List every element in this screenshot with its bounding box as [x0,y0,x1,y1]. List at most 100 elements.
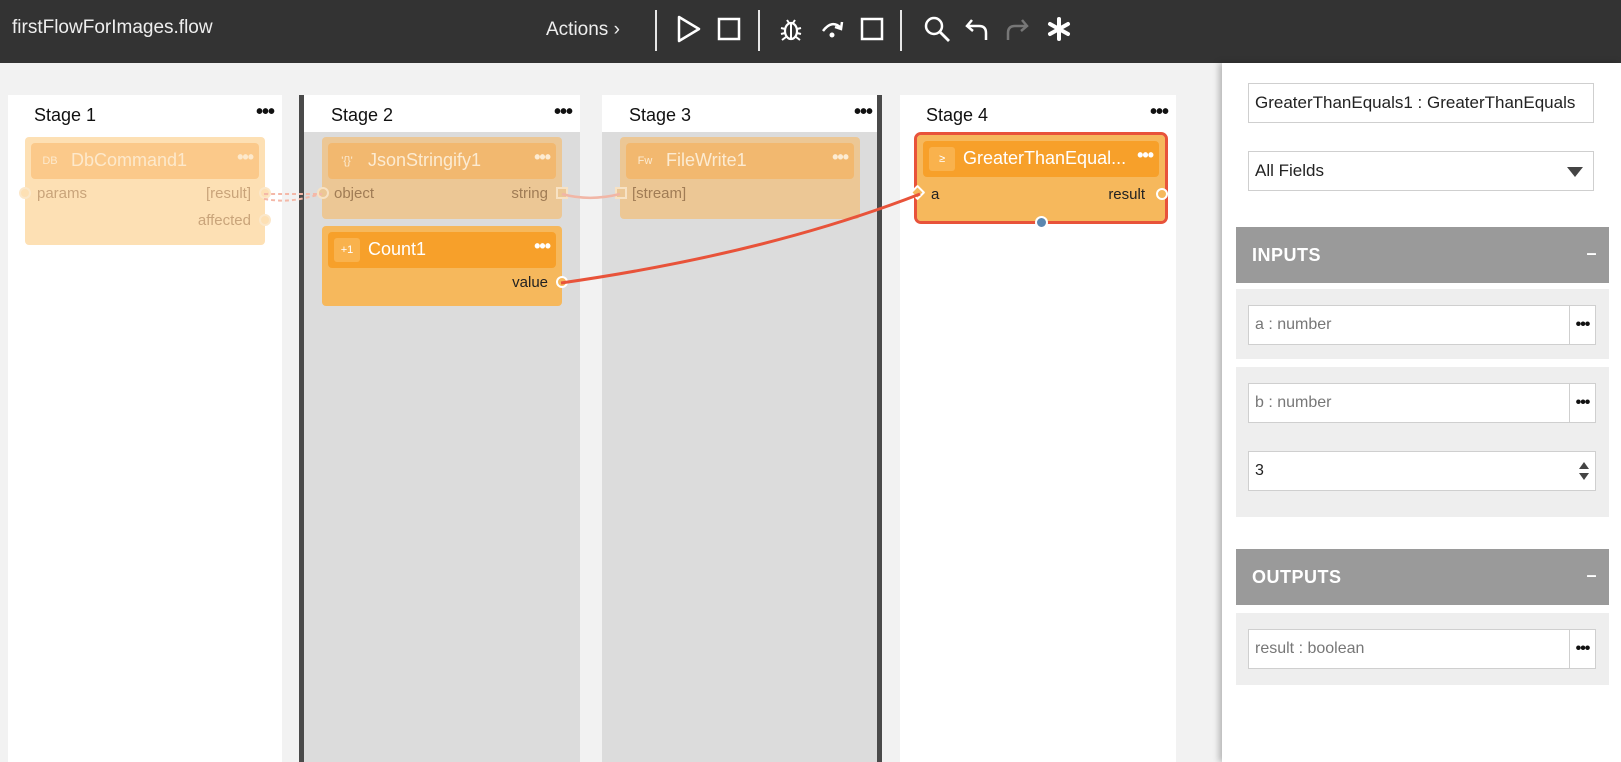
node-count1[interactable]: +1 Count1 ••• value [322,226,568,306]
stage-menu-button[interactable]: ••• [256,101,275,124]
flow-file-name: firstFlowForImages.flow [12,17,213,38]
flow-editor-app: firstFlowForImages.flow Actions › Stage … [0,0,1621,762]
stage-header: Stage 2 ••• [304,95,580,132]
stage-2: Stage 2 ••• '{}' JsonStringify1 ••• obje… [304,95,580,762]
input-a-row: a : number ••• [1236,289,1609,359]
input-b-field[interactable]: b : number ••• [1248,383,1596,423]
node-jsonstringify1[interactable]: '{}' JsonStringify1 ••• object string [317,137,568,219]
greater-equal-icon: ≥ [929,147,955,171]
port-label-a: a [931,186,940,203]
json-icon: '{}' [341,155,353,167]
inputs-section-header[interactable]: INPUTS – [1236,227,1609,283]
undo-icon[interactable] [960,12,994,46]
stepper-arrows-icon[interactable] [1579,462,1589,480]
field-label: b : number [1255,394,1332,411]
stage-menu-button[interactable]: ••• [554,101,573,124]
node-header[interactable]: DB DbCommand1 ••• [31,143,259,179]
stage-3: Stage 3 ••• Fw FileWrite1 ••• [stream] [602,95,880,762]
stage-menu-button[interactable]: ••• [1150,101,1169,124]
actions-menu-button[interactable]: Actions › [546,19,620,41]
field-label: result : boolean [1255,640,1365,657]
stage-1: Stage 1 ••• DB DbCommand1 ••• params [re… [8,95,282,762]
db-icon: DB [42,155,58,167]
toolbar-separator [758,10,760,51]
node-name: FileWrite1 [666,150,747,170]
input-b-row: b : number ••• 3 [1236,367,1609,517]
input-port-dot[interactable] [19,187,31,199]
node-menu-button[interactable]: ••• [534,147,551,168]
output-port-dot[interactable] [259,187,271,199]
output-port-dot[interactable] [1156,188,1168,200]
node-filewrite1[interactable]: Fw FileWrite1 ••• [stream] [615,137,860,219]
collapse-icon[interactable]: – [1586,565,1597,586]
top-toolbar: firstFlowForImages.flow Actions › [0,0,1621,63]
port-label-string: string [511,185,548,202]
node-greaterthanequals1[interactable]: ≥ GreaterThanEqual... ••• a result [909,132,1168,229]
stage-divider [877,95,882,762]
collapse-icon[interactable]: – [1586,243,1597,264]
stage-title: Stage 1 [34,105,97,125]
stage-title: Stage 4 [926,105,989,125]
node-header[interactable]: ≥ GreaterThanEqual... ••• [923,141,1159,177]
stage-menu-button[interactable]: ••• [854,101,873,124]
node-menu-button[interactable]: ••• [534,236,551,257]
field-more-button[interactable]: ••• [1569,630,1595,668]
input-port-dot[interactable] [909,184,926,201]
field-more-button[interactable]: ••• [1569,384,1595,422]
toolbar-separator [900,10,902,51]
node-header[interactable]: Fw FileWrite1 ••• [626,143,854,179]
count-icon: +1 [334,238,360,262]
flow-canvas[interactable]: Stage 1 ••• DB DbCommand1 ••• params [re… [0,63,1222,762]
toolbar-separator [655,10,657,51]
file-write-icon: Fw [637,155,653,167]
stop-icon[interactable] [712,12,746,46]
node-header[interactable]: '{}' JsonStringify1 ••• [328,143,556,179]
fields-filter-select[interactable]: All Fields [1248,151,1594,191]
field-value: 3 [1255,462,1264,479]
bottom-port-dot[interactable] [1035,216,1048,229]
input-a-field[interactable]: a : number ••• [1248,305,1596,345]
node-menu-button[interactable]: ••• [237,147,254,168]
node-dbcommand1[interactable]: DB DbCommand1 ••• params [result] affect… [19,137,271,245]
node-name: GreaterThanEqual... [963,148,1127,168]
port-label-affected: affected [197,212,251,229]
play-icon[interactable] [672,12,706,46]
field-label: a : number [1255,316,1332,333]
port-label-object: object [334,185,375,202]
properties-panel: GreaterThanEquals1 : GreaterThanEquals A… [1222,63,1621,762]
node-name: JsonStringify1 [368,150,482,170]
step-over-icon[interactable] [815,12,849,46]
input-port-square[interactable] [615,187,627,199]
redo-icon[interactable] [1000,12,1034,46]
filter-value: All Fields [1255,161,1324,180]
port-label-stream: [stream] [632,185,687,202]
node-menu-button[interactable]: ••• [1137,145,1154,166]
debug-stop-icon[interactable] [855,12,889,46]
field-more-button[interactable]: ••• [1569,306,1595,344]
port-label-params: params [37,185,88,202]
port-label-result: [result] [205,185,251,202]
input-port-dot[interactable] [317,187,329,199]
node-title-field[interactable]: GreaterThanEquals1 : GreaterThanEquals [1248,83,1594,123]
output-result-field[interactable]: result : boolean ••• [1248,629,1596,669]
asterisk-icon[interactable] [1042,12,1076,46]
inputs-label: INPUTS [1252,244,1322,265]
node-name: Count1 [368,239,427,259]
output-port-dot[interactable] [259,214,271,226]
port-label-result: result [1108,186,1145,203]
node-header[interactable]: +1 Count1 ••• [328,232,556,268]
search-icon[interactable] [920,12,954,46]
chevron-down-icon [1567,167,1583,177]
stage-title: Stage 3 [629,105,692,125]
stage-header: Stage 3 ••• [602,95,880,132]
output-port-dot[interactable] [556,276,568,288]
debug-bug-icon[interactable] [774,12,808,46]
output-port-square[interactable] [556,187,568,199]
output-result-row: result : boolean ••• [1236,613,1609,685]
input-b-value-stepper[interactable]: 3 [1248,451,1596,491]
stage-header: Stage 4 ••• [900,95,1176,132]
node-menu-button[interactable]: ••• [832,147,849,168]
stage-4: Stage 4 ••• ≥ GreaterThanEqual... ••• a … [900,95,1176,762]
outputs-section-header[interactable]: OUTPUTS – [1236,549,1609,605]
stage-header: Stage 1 ••• [8,95,282,132]
